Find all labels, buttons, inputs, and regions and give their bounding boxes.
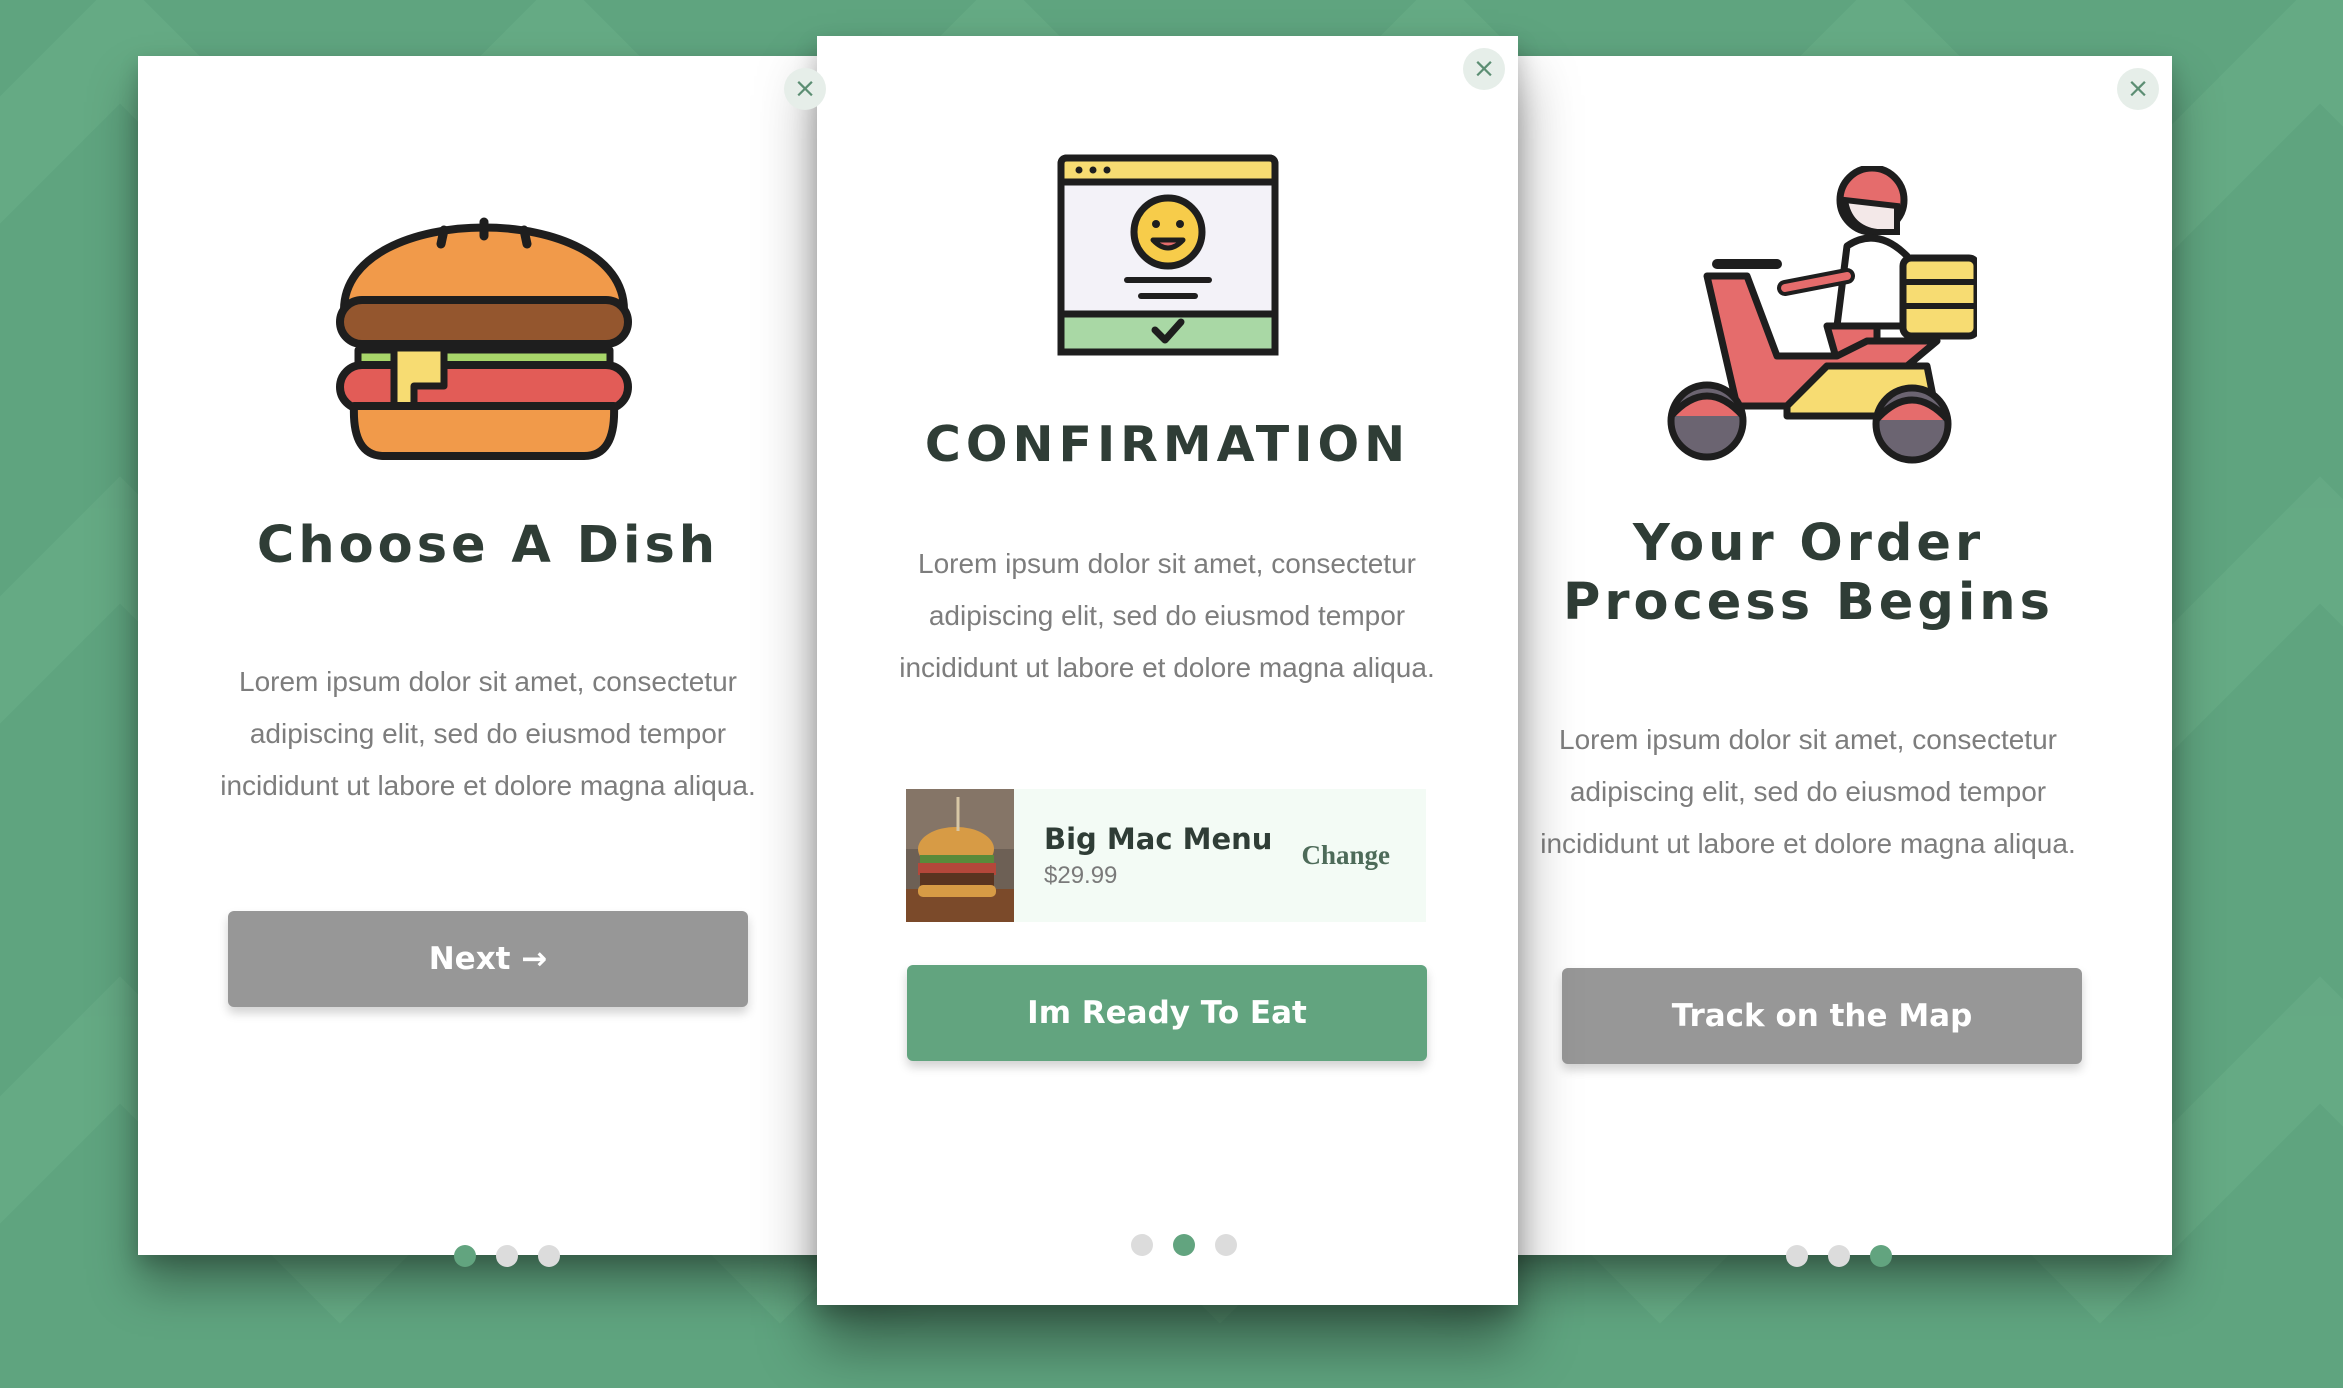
browser-smiley-check-icon [1057,154,1279,356]
close-button[interactable]: × [2117,68,2159,110]
step-dot-1[interactable] [454,1245,476,1267]
step-dot-1[interactable] [1131,1234,1153,1256]
card-description: Lorem ipsum dolor sit amet, consectetur … [899,548,1435,683]
burger-icon [336,217,632,460]
order-summary: Big Mac Menu $29.99 Change [906,789,1426,922]
card-title: Choose A Dish [256,516,720,575]
onboarding-card-order-process: Your Order Process Begins Lorem ipsum do… [1445,56,2172,1267]
change-order-link[interactable]: Change [1301,840,1390,871]
card-description: Lorem ipsum dolor sit amet, consectetur … [220,666,756,801]
order-info: Big Mac Menu $29.99 [1044,822,1301,890]
burger-photo [906,789,1014,922]
track-on-map-button[interactable]: Track on the Map [1562,968,2082,1064]
step-indicator [1131,1234,1237,1256]
card-title: CONFIRMATION [924,416,1411,473]
step-dot-2[interactable] [496,1245,518,1267]
step-dot-3[interactable] [1215,1234,1237,1256]
card-description: Lorem ipsum dolor sit amet, consectetur … [1540,724,2076,859]
close-button[interactable]: × [1463,48,1505,90]
card-title-line-2: Process Begins [1563,573,2054,632]
order-item-name: Big Mac Menu [1044,821,1273,856]
ready-to-eat-button[interactable]: Im Ready To Eat [907,965,1427,1061]
order-price: $29.99 [1044,861,1118,889]
step-dot-1[interactable] [1786,1245,1808,1267]
next-button[interactable]: Next → [228,911,748,1007]
step-dot-3[interactable] [538,1245,560,1267]
onboarding-card-choose-dish: Choose A Dish Lorem ipsum dolor sit amet… [138,56,898,1267]
step-indicator [1786,1245,1892,1267]
step-indicator [454,1245,560,1267]
card-title-line-1: Your Order [1632,514,1985,573]
step-dot-2[interactable] [1173,1234,1195,1256]
onboarding-card-confirmation: CONFIRMATION Lorem ipsum dolor sit amet,… [817,36,1518,1305]
card-title: Your Order Process Begins [1445,514,2172,632]
step-dot-3[interactable] [1870,1245,1892,1267]
delivery-scooter-icon [1667,166,1977,464]
step-dot-2[interactable] [1828,1245,1850,1267]
close-button[interactable]: × [784,68,826,110]
